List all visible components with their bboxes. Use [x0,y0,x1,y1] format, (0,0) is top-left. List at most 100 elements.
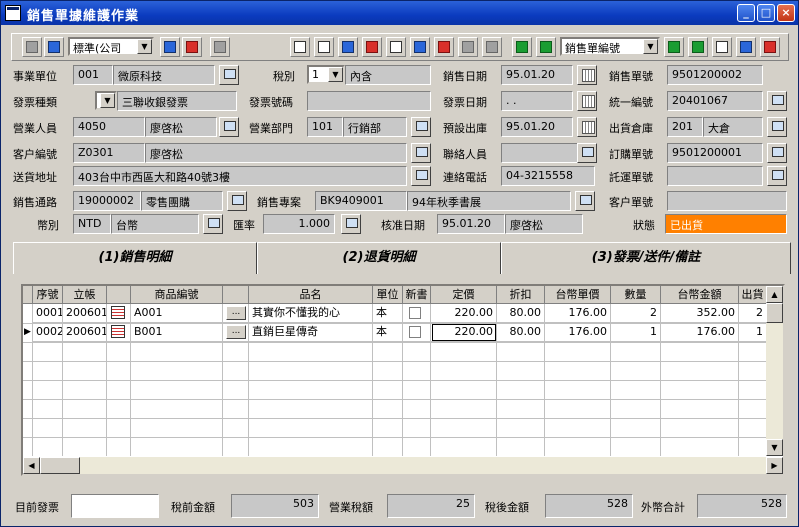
vertical-scrollbar[interactable]: ▲ ▼ [766,286,783,456]
col-header-seq[interactable]: 序號 [33,286,63,304]
quote-no-lookup-icon[interactable] [767,166,787,186]
cell-ellipsis-button[interactable]: ... [223,323,249,342]
scroll-left-icon[interactable]: ◀ [23,457,40,474]
order-select[interactable]: 銷售單編號 ▼ [560,37,660,56]
book-icon[interactable] [182,37,202,57]
col-header-name[interactable]: 品名 [249,286,373,304]
cell-ship[interactable]: 2 [739,304,767,323]
cell-new-checkbox[interactable] [403,323,431,342]
cell-seq[interactable]: 0001 [33,304,63,323]
sales-detail-grid[interactable]: 序號 立帳 商品編號 品名 單位 新書 定價 折扣 台幣單價 數量 台幣金額 出… [21,284,785,476]
search-icon[interactable] [736,37,756,57]
col-header-amount[interactable]: 台幣金額 [661,286,739,304]
inv-date-calendar-icon[interactable] [577,91,597,111]
cur-inv-field[interactable] [71,494,159,518]
sale-date-calendar-icon[interactable] [577,65,597,85]
uniform-no-field[interactable]: 20401067 [667,91,763,111]
biz-unit-lookup-icon[interactable] [219,65,239,85]
horizontal-scrollbar[interactable]: ◀ ▶ [23,457,783,474]
undo-icon[interactable] [458,37,478,57]
cell-unit[interactable]: 本 [373,323,403,342]
copy-icon[interactable] [210,37,230,57]
col-header-qty[interactable]: 數量 [611,286,661,304]
title-bar[interactable]: 銷售單據維護作業 _ □ × [1,1,798,25]
warehouse-lookup-icon[interactable] [767,117,787,137]
cell-qty[interactable]: 1 [611,323,661,342]
warehouse-code[interactable]: 201 [667,117,703,137]
currency-code[interactable]: NTD [73,214,111,234]
cell-item[interactable]: A001 [131,304,223,323]
disk-icon[interactable] [482,37,502,57]
print-icon[interactable] [22,37,42,57]
save-icon[interactable] [338,37,358,57]
tab-sales-detail[interactable]: (1)銷售明細 [13,242,257,274]
col-header-unit-price[interactable]: 台幣單價 [545,286,611,304]
event-lookup-icon[interactable] [575,191,595,211]
tab-invoice-notes[interactable]: (3)發票/送件/備註 [501,242,791,274]
cell-disc[interactable]: 80.00 [497,323,545,342]
approve-date[interactable]: 95.01.20 [437,214,505,234]
col-header-disc[interactable]: 折扣 [497,286,545,304]
order-no-lookup-icon[interactable] [767,143,787,163]
cell-acct[interactable]: 200601 [63,304,107,323]
cell-acct[interactable]: 200601 [63,323,107,342]
col-header-unit[interactable]: 單位 [373,286,403,304]
cell-amount[interactable]: 352.00 [661,304,739,323]
last-record-icon[interactable] [688,37,708,57]
cell-price-active[interactable]: 220.00 [431,323,497,342]
cell-new-checkbox[interactable] [403,304,431,323]
staff-lookup-icon[interactable] [219,117,239,137]
uniform-no-lookup-icon[interactable] [767,91,787,111]
first-record-icon[interactable] [512,37,532,57]
cell-unit[interactable]: 本 [373,304,403,323]
minimize-button[interactable]: _ [737,4,755,22]
rate-lookup-icon[interactable] [341,214,361,234]
export-icon[interactable] [410,37,430,57]
mode-select[interactable]: 標準(公司 ▼ [68,37,154,56]
prev-record-icon[interactable] [536,37,556,57]
ship-date-field[interactable]: 95.01.20 [501,117,573,137]
cust-code[interactable]: Z0301 [73,143,145,163]
inv-date-field[interactable]: . . [501,91,573,111]
col-header-item[interactable]: 商品編號 [131,286,223,304]
scroll-down-icon[interactable]: ▼ [766,439,783,456]
cell-item[interactable]: B001 [131,323,223,342]
info-icon[interactable] [160,37,180,57]
contact-lookup-icon[interactable] [577,143,597,163]
cell-name[interactable]: 直銷巨星傳奇 [249,323,373,342]
inv-type-select[interactable]: 4▼ [95,91,117,110]
tab-return-detail[interactable]: (2)退貨明細 [257,242,501,274]
rate-field[interactable]: 1.000 [263,214,335,234]
sale-date-field[interactable]: 95.01.20 [501,65,573,85]
col-header-new[interactable]: 新書 [403,286,431,304]
dept-lookup-icon[interactable] [411,117,431,137]
addr-lookup-icon[interactable] [411,166,431,186]
vertical-scroll-thumb[interactable] [766,303,783,323]
maximize-button[interactable]: □ [757,4,775,22]
scroll-up-icon[interactable]: ▲ [766,286,783,303]
horizontal-scroll-thumb[interactable] [40,457,80,474]
new-record-icon[interactable] [290,37,310,57]
dept-code[interactable]: 101 [307,117,343,137]
cell-ellipsis-button[interactable]: ... [223,304,249,323]
edit-icon[interactable] [386,37,406,57]
col-header-acct[interactable]: 立帳 [63,286,107,304]
channel-lookup-icon[interactable] [227,191,247,211]
close-button[interactable]: × [777,4,795,22]
cell-calc-icon[interactable] [107,323,131,342]
col-header-icon[interactable] [107,286,131,304]
col-header-ship[interactable]: 出貨 [739,286,767,304]
cell-unit-price[interactable]: 176.00 [545,304,611,323]
sale-no-field[interactable]: 9501200002 [667,65,763,85]
next-record-icon[interactable] [664,37,684,57]
channel-code[interactable]: 19000002 [73,191,141,211]
order-no-field[interactable]: 9501200001 [667,143,763,163]
cell-calc-icon[interactable] [107,304,131,323]
scroll-right-icon[interactable]: ▶ [766,457,783,474]
exit-icon[interactable] [760,37,780,57]
currency-lookup-icon[interactable] [203,214,223,234]
biz-unit-code[interactable]: 001 [73,65,113,85]
col-header-ellipsis[interactable] [223,286,249,304]
quote-no-field[interactable] [667,166,763,186]
insert-icon[interactable] [314,37,334,57]
